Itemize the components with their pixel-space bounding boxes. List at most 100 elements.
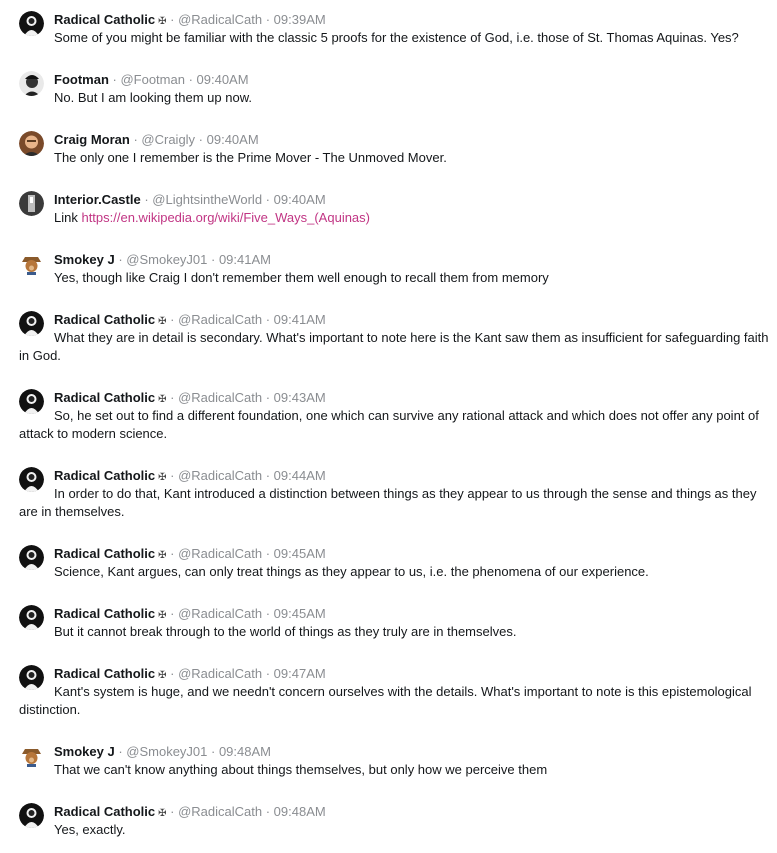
timestamp: 09:45AM — [273, 606, 326, 621]
author-handle[interactable]: @RadicalCath — [178, 312, 262, 327]
separator: · — [166, 468, 179, 483]
timestamp: 09:45AM — [273, 546, 326, 561]
author-handle[interactable]: @RadicalCath — [178, 12, 262, 27]
timestamp: 09:40AM — [196, 72, 249, 87]
author-handle[interactable]: @RadicalCath — [178, 606, 262, 621]
author-name[interactable]: Radical Catholic — [54, 804, 155, 819]
message-text: Science, Kant argues, can only treat thi… — [54, 564, 649, 579]
message-text: The only one I remember is the Prime Mov… — [54, 150, 447, 165]
timestamp: 09:41AM — [218, 252, 271, 267]
timestamp: 09:48AM — [273, 804, 326, 819]
timestamp: 09:39AM — [273, 12, 326, 27]
author-name[interactable]: Radical Catholic — [54, 666, 155, 681]
author-handle[interactable]: @RadicalCath — [178, 546, 262, 561]
separator: · — [114, 252, 127, 267]
separator: · — [140, 192, 153, 207]
message-text: That we can't know anything about things… — [54, 762, 548, 777]
author-handle[interactable]: @Footman — [120, 72, 185, 87]
author-name[interactable]: Smokey J — [54, 252, 115, 267]
cross-badge-icon: ✠ — [158, 550, 167, 561]
separator: · — [166, 390, 179, 405]
message-text: Yes, though like Craig I don't remember … — [54, 270, 549, 285]
separator: · — [262, 804, 274, 819]
cross-badge-icon: ✠ — [158, 472, 167, 483]
message-header: Craig Moran · @Craigly · 09:40AM — [54, 131, 259, 149]
timestamp: 09:47AM — [273, 666, 326, 681]
message-header: Radical Catholic ✠ · @RadicalCath · 09:39… — [54, 11, 326, 31]
cross-badge-icon: ✠ — [158, 316, 167, 327]
cross-badge-icon: ✠ — [158, 670, 167, 681]
author-handle[interactable]: @RadicalCath — [178, 468, 262, 483]
message-text: What they are in detail is secondary. Wh… — [19, 330, 769, 363]
message-header: Radical Catholic ✠ · @RadicalCath · 09:47… — [54, 665, 326, 685]
message-header: Radical Catholic ✠ · @RadicalCath · 09:48… — [54, 803, 326, 823]
separator: · — [262, 546, 274, 561]
separator: · — [262, 666, 274, 681]
separator: · — [262, 192, 274, 207]
author-handle[interactable]: @RadicalCath — [178, 390, 262, 405]
timestamp: 09:43AM — [273, 390, 326, 405]
cross-badge-icon: ✠ — [158, 610, 167, 621]
author-name[interactable]: Radical Catholic — [54, 12, 155, 27]
author-name[interactable]: Radical Catholic — [54, 468, 155, 483]
author-name[interactable]: Smokey J — [54, 744, 115, 759]
message-text: In order to do that, Kant introduced a d… — [19, 486, 757, 519]
message-text: Yes, exactly. — [54, 822, 126, 837]
separator: · — [166, 312, 179, 327]
separator: · — [129, 132, 142, 147]
author-handle[interactable]: @Craigly — [141, 132, 195, 147]
message-header: Radical Catholic ✠ · @RadicalCath · 09:43… — [54, 389, 326, 409]
message-text: But it cannot break through to the world… — [54, 624, 517, 639]
message-text: So, he set out to find a different found… — [19, 408, 759, 441]
separator: · — [195, 132, 207, 147]
author-name[interactable]: Footman — [54, 72, 109, 87]
separator: · — [108, 72, 121, 87]
message-header: Interior.Castle · @LightsintheWorld · 09… — [54, 191, 326, 209]
timestamp: 09:48AM — [218, 744, 271, 759]
message-header: Radical Catholic ✠ · @RadicalCath · 09:44… — [54, 467, 326, 487]
author-name[interactable]: Radical Catholic — [54, 606, 155, 621]
cross-badge-icon: ✠ — [158, 808, 167, 819]
separator: · — [184, 72, 197, 87]
cross-badge-icon: ✠ — [158, 394, 167, 405]
author-handle[interactable]: @RadicalCath — [178, 666, 262, 681]
wikipedia-link[interactable]: https://en.wikipedia.org/wiki/Five_Ways_… — [81, 210, 370, 225]
author-name[interactable]: Radical Catholic — [54, 546, 155, 561]
author-name[interactable]: Radical Catholic — [54, 390, 155, 405]
message-header: Footman · @Footman · 09:40AM — [54, 71, 249, 89]
author-handle[interactable]: @RadicalCath — [178, 804, 262, 819]
separator: · — [166, 546, 179, 561]
author-handle[interactable]: @LightsintheWorld — [152, 192, 262, 207]
message-header: Smokey J · @SmokeyJ01 · 09:41AM — [54, 251, 271, 269]
separator: · — [166, 804, 179, 819]
chat-thread: Radical Catholic ✠ · @RadicalCath · 09:39… — [0, 0, 777, 853]
author-handle[interactable]: @SmokeyJ01 — [126, 252, 207, 267]
timestamp: 09:44AM — [273, 468, 326, 483]
message-text: Link https://en.wikipedia.org/wiki/Five_… — [19, 209, 769, 227]
separator: · — [166, 606, 179, 621]
timestamp: 09:40AM — [273, 192, 326, 207]
separator: · — [262, 606, 274, 621]
timestamp: 09:41AM — [273, 312, 326, 327]
message-header: Radical Catholic ✠ · @RadicalCath · 09:45… — [54, 545, 326, 565]
author-name[interactable]: Interior.Castle — [54, 192, 141, 207]
author-name[interactable]: Craig Moran — [54, 132, 130, 147]
separator: · — [262, 12, 274, 27]
cross-badge-icon: ✠ — [158, 16, 167, 27]
separator: · — [207, 252, 219, 267]
timestamp: 09:40AM — [206, 132, 259, 147]
separator: · — [262, 390, 274, 405]
message-text: Kant's system is huge, and we needn't co… — [19, 684, 752, 717]
separator: · — [207, 744, 219, 759]
message-header: Radical Catholic ✠ · @RadicalCath · 09:41… — [54, 311, 326, 331]
separator: · — [166, 12, 179, 27]
author-handle[interactable]: @SmokeyJ01 — [126, 744, 207, 759]
separator: · — [114, 744, 127, 759]
message-header: Smokey J · @SmokeyJ01 · 09:48AM — [54, 743, 271, 761]
message-text: No. But I am looking them up now. — [54, 90, 252, 105]
author-name[interactable]: Radical Catholic — [54, 312, 155, 327]
message-header: Radical Catholic ✠ · @RadicalCath · 09:45… — [54, 605, 326, 625]
link-prefix: Link — [54, 210, 82, 225]
separator: · — [166, 666, 179, 681]
message-text: Some of you might be familiar with the c… — [54, 30, 739, 45]
